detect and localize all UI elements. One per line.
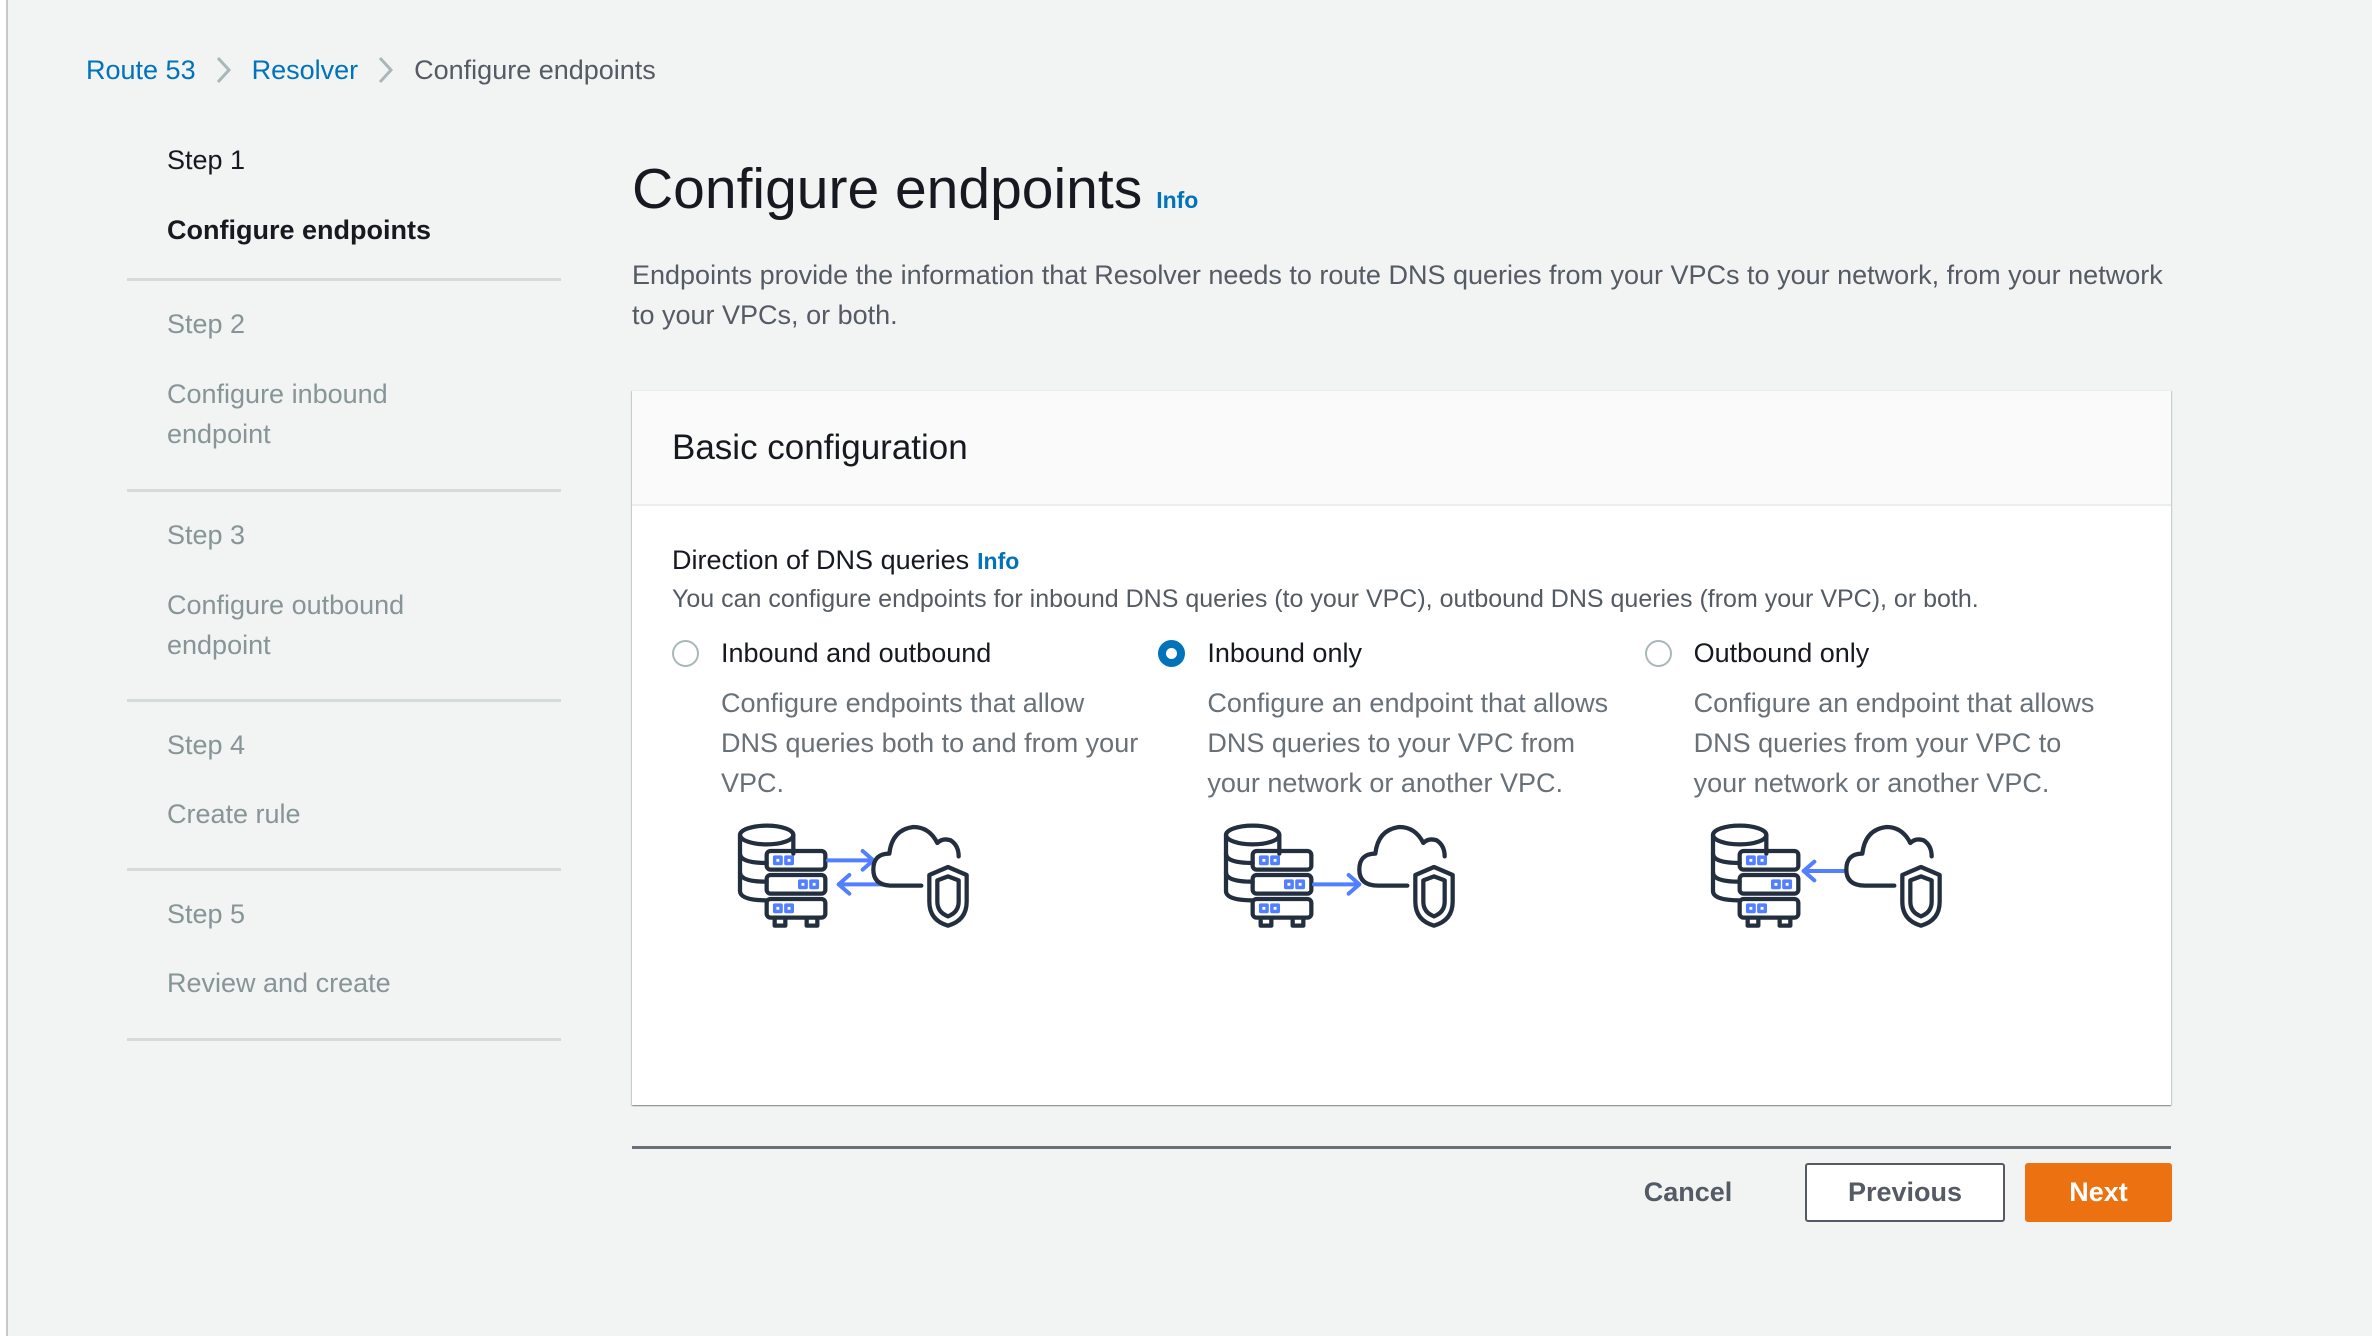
outbound-dns-illustration [1694,819,2131,984]
direction-field-label: Direction of DNS queries Info [672,540,2131,581]
radio-outbound-only[interactable]: Outbound only [1644,633,2131,673]
wizard-step-5: Step 5 Review and create [127,871,561,1041]
previous-button[interactable]: Previous [1805,1163,2005,1222]
option-description: Configure endpoints that allow DNS queri… [721,688,1139,798]
step-title: Configure inbound endpoint [167,379,388,449]
radio-inbound-only[interactable]: Inbound only [1158,633,1644,673]
step-number: Step 1 [167,145,246,175]
option-outbound-only: Outbound only Configure an endpoint that… [1644,633,2131,984]
bidirectional-dns-illustration [721,819,1158,984]
breadcrumb-route53[interactable]: Route 53 [86,55,196,86]
breadcrumb: Route 53 Resolver Configure endpoints [86,50,656,90]
radio-button-selected[interactable] [1158,639,1186,667]
step-number: Step 4 [167,730,246,760]
direction-field-description: You can configure endpoints for inbound … [672,585,1979,613]
option-description: Configure an endpoint that allows DNS qu… [1693,688,2095,798]
cloud-shield-icon [1357,824,1456,928]
step-title: Create rule [167,799,301,829]
page: Route 53 Resolver Configure endpoints St… [0,0,2372,1336]
step-number: Step 5 [167,899,246,929]
form-footer-divider [632,1146,2171,1149]
page-info-link[interactable]: Info [1156,161,1198,239]
option-label: Inbound and outbound [721,637,992,668]
page-title: Configure endpoints Info [632,150,2172,239]
wizard-steps: Step 1 Configure endpoints Step 2 Config… [127,130,561,1041]
step-number: Step 3 [167,520,246,550]
wizard-step-1: Step 1 Configure endpoints [127,130,561,281]
option-inbound-only: Inbound only Configure an endpoint that … [1158,633,1644,984]
wizard-step-3: Step 3 Configure outbound endpoint [127,492,561,702]
direction-info-link[interactable]: Info [977,541,1019,581]
page-description: Endpoints provide the information that R… [632,260,2163,330]
option-inbound-and-outbound: Inbound and outbound Configure endpoints… [672,633,1158,984]
option-label: Inbound only [1207,637,1362,668]
cloud-shield-icon [1843,824,1942,928]
server-rack-icon [1250,848,1314,928]
step-title: Configure endpoints [167,215,431,245]
direction-label-text: Direction of DNS queries [672,545,970,575]
next-button[interactable]: Next [2025,1163,2172,1222]
breadcrumb-resolver[interactable]: Resolver [252,55,359,86]
main-content: Configure endpoints Info Endpoints provi… [632,150,2172,1222]
radio-inbound-and-outbound[interactable]: Inbound and outbound [672,633,1158,673]
radio-button[interactable] [1644,639,1672,667]
panel-title: Basic configuration [672,427,968,467]
step-title: Configure outbound endpoint [167,590,405,660]
wizard-step-4: Step 4 Create rule [127,702,561,871]
cancel-button[interactable]: Cancel [1613,1163,1763,1222]
basic-configuration-panel: Basic configuration Direction of DNS que… [632,390,2171,1105]
radio-button[interactable] [672,639,699,667]
step-number: Step 2 [167,309,246,339]
direction-radio-group: Inbound and outbound Configure endpoints… [672,633,2131,984]
panel-header: Basic configuration [632,391,2171,506]
panel-body: Direction of DNS queries Info You can co… [632,506,2171,984]
wizard-actions: Cancel Previous Next [1613,1163,2172,1222]
chevron-right-icon [196,50,252,90]
wizard-step-2: Step 2 Configure inbound endpoint [127,281,561,492]
server-rack-icon [1737,848,1801,928]
breadcrumb-current: Configure endpoints [414,54,656,85]
arrow-right-icon [1312,873,1362,896]
arrow-left-icon [1801,859,1848,883]
option-description: Configure an endpoint that allows DNS qu… [1207,688,1609,798]
step-title: Review and create [167,968,391,998]
inbound-dns-illustration [1207,819,1644,984]
option-label: Outbound only [1693,637,1870,668]
cloud-shield-icon [871,824,969,928]
server-rack-icon [764,848,828,928]
page-title-text: Configure endpoints [632,157,1143,221]
chevron-right-icon [358,50,414,90]
